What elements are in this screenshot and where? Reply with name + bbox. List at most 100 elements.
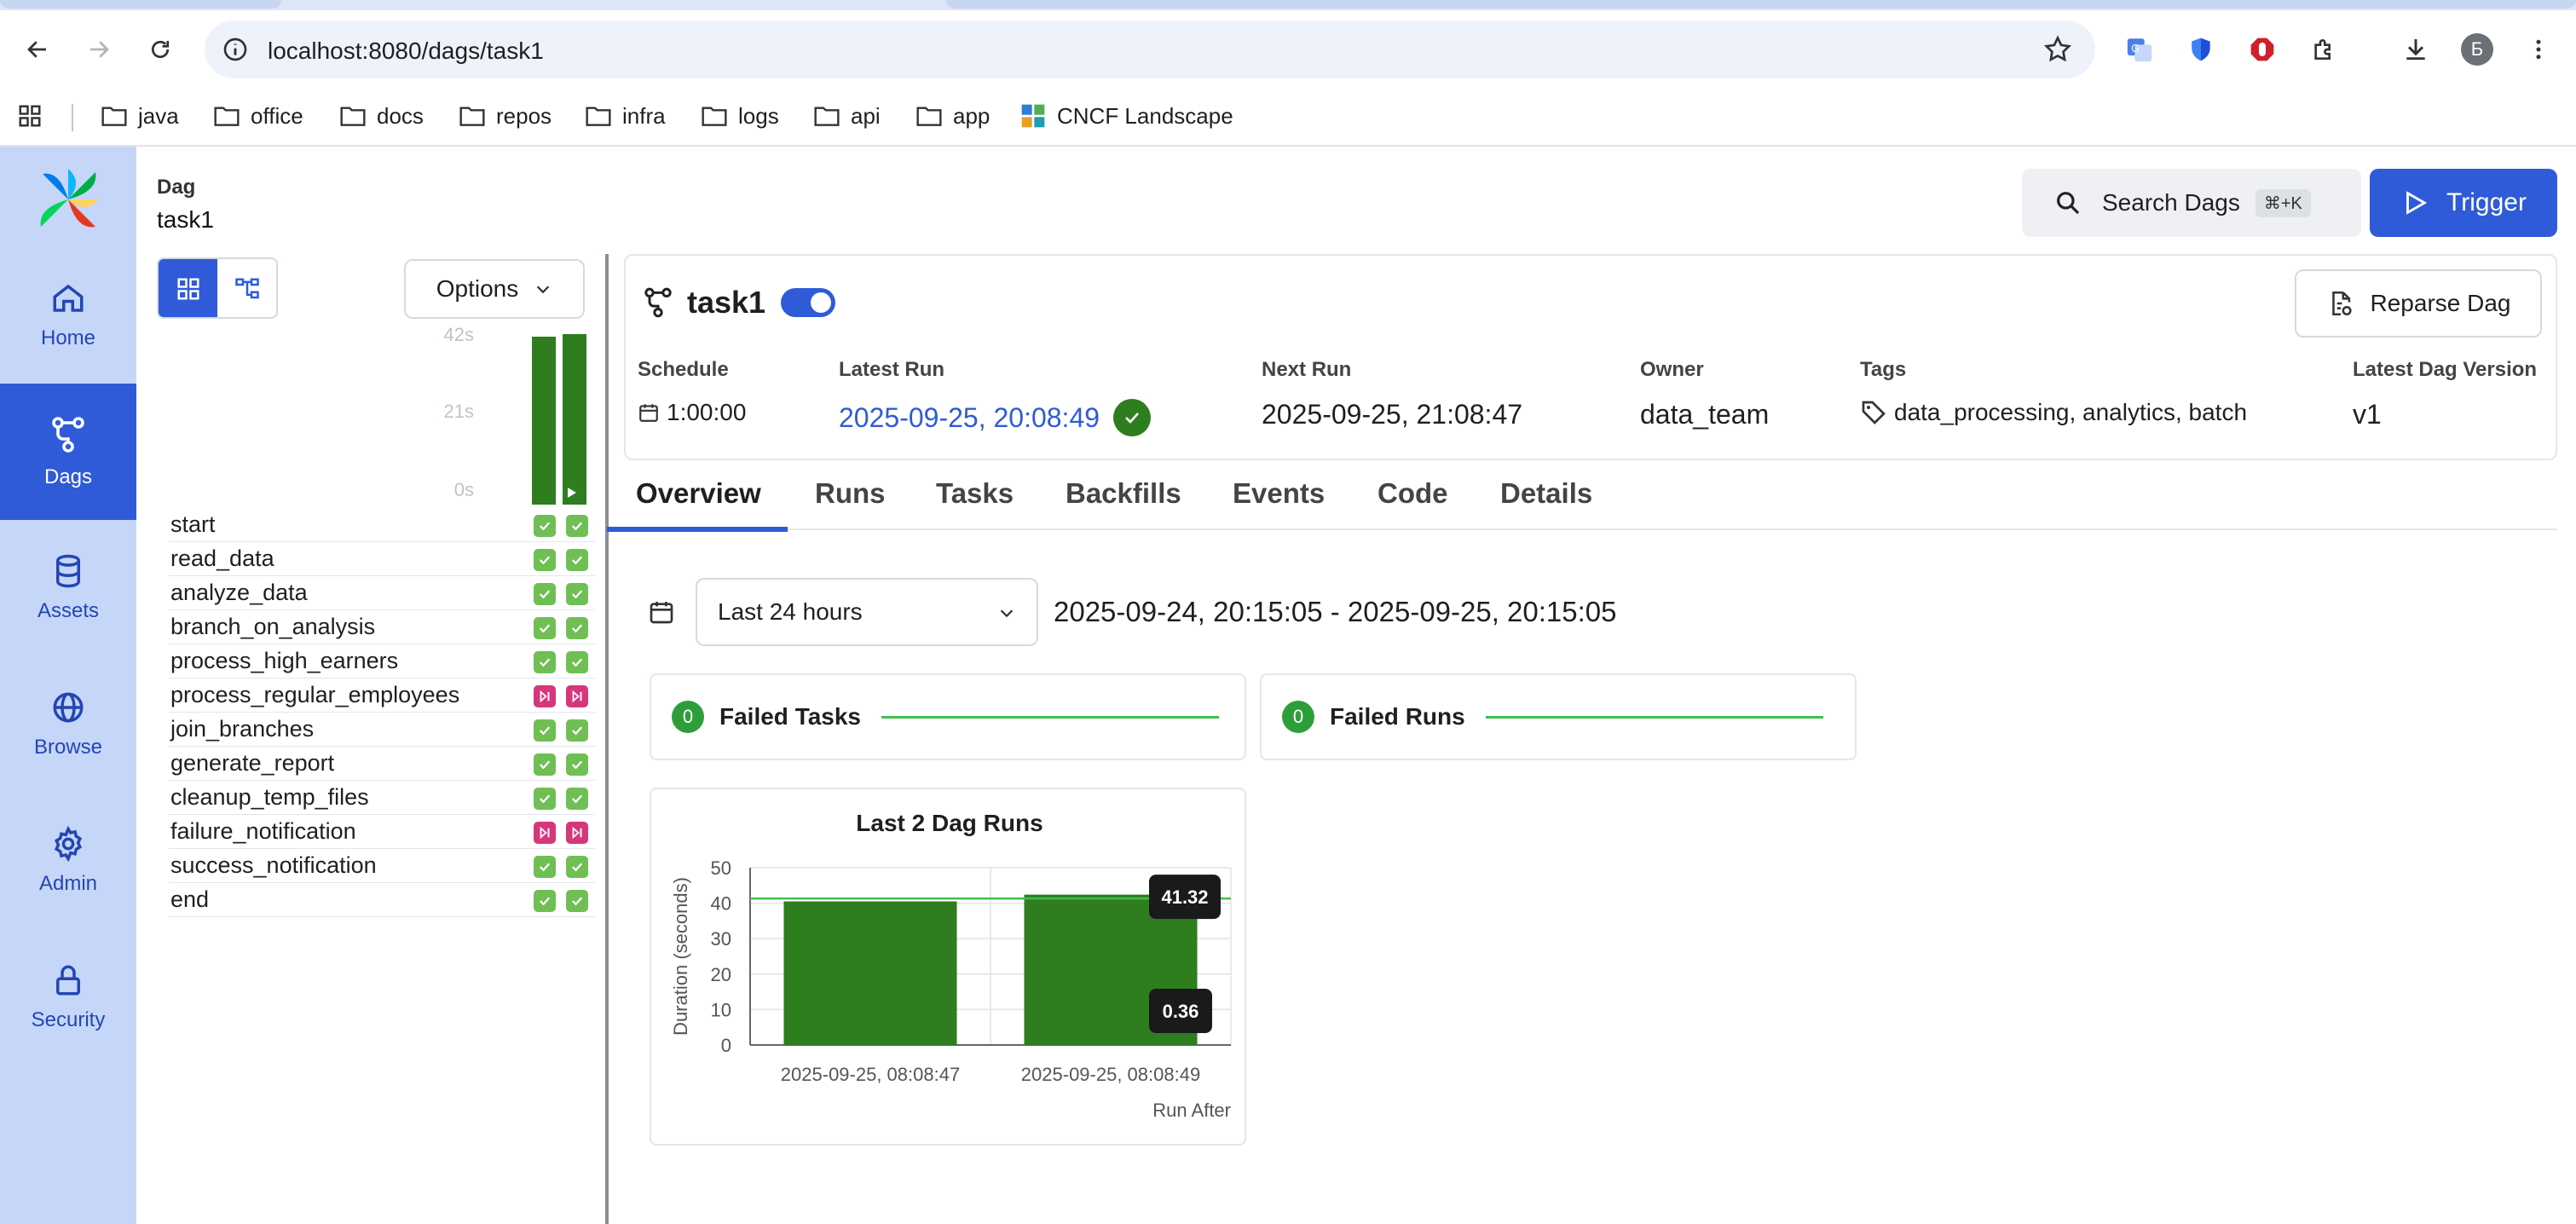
task-success-icon[interactable]	[534, 515, 556, 537]
task-success-icon[interactable]	[566, 651, 588, 673]
task-row[interactable]: cleanup_temp_files	[169, 781, 595, 815]
sidebar-item-home[interactable]: Home	[0, 247, 136, 384]
bookmark-docs[interactable]: docs	[339, 99, 424, 133]
browser-tab-prev[interactable]	[0, 0, 281, 9]
translate-extension-icon[interactable]: G	[2121, 31, 2158, 68]
grid-view-button[interactable]	[159, 259, 217, 317]
time-range-select[interactable]: Last 24 hours	[696, 578, 1038, 646]
task-success-icon[interactable]	[566, 753, 588, 776]
tab-code[interactable]: Code	[1378, 477, 1448, 530]
task-success-icon[interactable]	[566, 719, 588, 742]
browser-tab-active[interactable]	[946, 0, 2576, 9]
task-success-icon[interactable]	[534, 890, 556, 912]
task-skipped-icon[interactable]	[566, 822, 588, 844]
task-name[interactable]: process_regular_employees	[170, 682, 459, 708]
task-name[interactable]: process_high_earners	[170, 648, 398, 674]
tab-runs[interactable]: Runs	[815, 477, 886, 530]
task-success-icon[interactable]	[566, 549, 588, 571]
tags-value[interactable]: data_processing, analytics, batch	[1894, 399, 2247, 426]
task-name[interactable]: cleanup_temp_files	[170, 784, 369, 811]
bookmark-infra[interactable]: infra	[585, 99, 666, 133]
reload-icon[interactable]	[143, 32, 177, 66]
trigger-button[interactable]: Trigger	[2370, 169, 2557, 237]
task-skipped-icon[interactable]	[534, 822, 556, 844]
task-name[interactable]: generate_report	[170, 750, 334, 777]
duration-bar[interactable]	[783, 901, 957, 1045]
extensions-puzzle-icon[interactable]	[2305, 31, 2342, 68]
task-row[interactable]: generate_report	[169, 747, 595, 781]
profile-avatar[interactable]: Б	[2458, 31, 2496, 68]
search-dags-button[interactable]: Search Dags ⌘+K	[2022, 169, 2361, 237]
task-row[interactable]: branch_on_analysis	[169, 610, 595, 644]
task-success-icon[interactable]	[534, 651, 556, 673]
task-name[interactable]: analyze_data	[170, 580, 308, 606]
task-name[interactable]: success_notification	[170, 852, 377, 879]
bookmark-repos[interactable]: repos	[459, 99, 552, 133]
task-row[interactable]: failure_notification	[169, 815, 595, 849]
bookmark-app[interactable]: app	[915, 99, 990, 133]
options-dropdown[interactable]: Options	[404, 259, 585, 319]
failed-tasks-card[interactable]: 0 Failed Tasks	[650, 673, 1246, 760]
task-row[interactable]: process_regular_employees	[169, 678, 595, 713]
sidebar-item-assets[interactable]: Assets	[0, 520, 136, 656]
task-row[interactable]: end	[169, 883, 595, 917]
bookmark-office[interactable]: office	[213, 99, 303, 133]
run-duration-bar[interactable]	[532, 337, 556, 505]
url-text[interactable]: localhost:8080/dags/task1	[268, 38, 544, 65]
task-success-icon[interactable]	[534, 719, 556, 742]
sidebar-item-browse[interactable]: Browse	[0, 656, 136, 793]
sidebar-item-security[interactable]: Security	[0, 929, 136, 1065]
panel-resize-handle[interactable]	[605, 254, 609, 1224]
task-row[interactable]: success_notification	[169, 849, 595, 883]
task-success-icon[interactable]	[566, 583, 588, 605]
task-name[interactable]: branch_on_analysis	[170, 614, 375, 640]
tab-overview[interactable]: Overview	[636, 477, 761, 530]
tab-tasks[interactable]: Tasks	[936, 477, 1014, 530]
run-duration-bar[interactable]	[563, 334, 586, 505]
bookmark-logs[interactable]: logs	[701, 99, 779, 133]
pause-toggle[interactable]	[781, 288, 836, 317]
task-row[interactable]: read_data	[169, 542, 595, 576]
task-success-icon[interactable]	[534, 753, 556, 776]
tab-details[interactable]: Details	[1500, 477, 1592, 530]
task-skipped-icon[interactable]	[534, 685, 556, 707]
task-row[interactable]: analyze_data	[169, 576, 595, 610]
tab-backfills[interactable]: Backfills	[1066, 477, 1181, 530]
apps-grid-icon[interactable]	[17, 99, 53, 133]
task-success-icon[interactable]	[534, 549, 556, 571]
task-row[interactable]: process_high_earners	[169, 644, 595, 678]
task-row[interactable]: start	[169, 508, 595, 542]
task-success-icon[interactable]	[534, 788, 556, 810]
task-row[interactable]: join_branches	[169, 713, 595, 747]
bookmark-java[interactable]: java	[101, 99, 179, 133]
task-success-icon[interactable]	[566, 788, 588, 810]
address-bar[interactable]: localhost:8080/dags/task1	[205, 20, 2095, 78]
task-success-icon[interactable]	[534, 856, 556, 878]
bookmark-cncf-landscape[interactable]: CNCF Landscape	[1019, 99, 1233, 133]
back-icon[interactable]	[20, 32, 55, 66]
shield-extension-icon[interactable]	[2182, 31, 2220, 68]
task-success-icon[interactable]	[566, 856, 588, 878]
download-icon[interactable]	[2397, 31, 2434, 68]
latest-run-link[interactable]: 2025-09-25, 20:08:49	[839, 402, 1100, 434]
bookmark-api[interactable]: api	[813, 99, 881, 133]
airflow-logo-icon[interactable]	[34, 165, 102, 234]
tab-events[interactable]: Events	[1233, 477, 1325, 530]
dag-breadcrumb-name[interactable]: task1	[157, 206, 214, 234]
failed-runs-card[interactable]: 0 Failed Runs	[1260, 673, 1857, 760]
task-success-icon[interactable]	[566, 890, 588, 912]
task-success-icon[interactable]	[534, 617, 556, 639]
task-name[interactable]: read_data	[170, 546, 274, 572]
site-info-icon[interactable]	[222, 36, 249, 63]
task-name[interactable]: end	[170, 886, 209, 913]
task-success-icon[interactable]	[566, 515, 588, 537]
reparse-dag-button[interactable]: Reparse Dag	[2295, 269, 2542, 338]
task-name[interactable]: start	[170, 511, 216, 538]
browser-menu-icon[interactable]	[2520, 31, 2557, 68]
task-name[interactable]: join_branches	[170, 716, 314, 742]
task-success-icon[interactable]	[566, 617, 588, 639]
sidebar-item-admin[interactable]: Admin	[0, 793, 136, 929]
task-skipped-icon[interactable]	[566, 685, 588, 707]
task-success-icon[interactable]	[534, 583, 556, 605]
task-name[interactable]: failure_notification	[170, 818, 356, 845]
